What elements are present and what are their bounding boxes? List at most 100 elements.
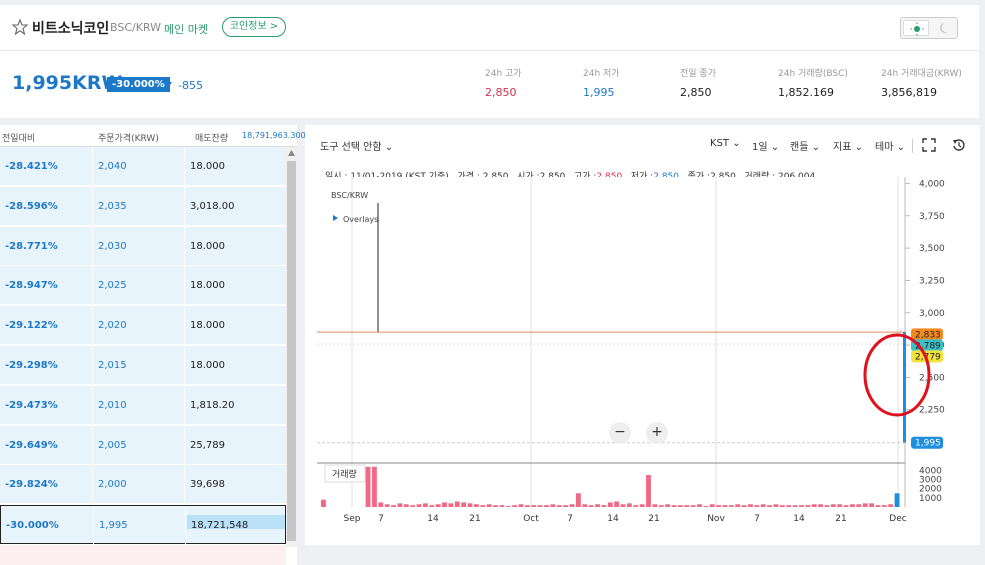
orderbook-scrollbar[interactable] <box>286 147 297 547</box>
y-tick-label: 3,750 <box>919 212 945 222</box>
row-divider <box>184 266 185 306</box>
market-label: 메인 마켓 <box>164 23 208 36</box>
row-change: -29.122% <box>5 320 58 332</box>
orderbook-row[interactable]: -28.771% 2,030 18.000 <box>0 226 286 266</box>
volume-bar <box>384 504 390 507</box>
volume-bar <box>575 493 581 507</box>
x-tick-label: Oct <box>523 514 539 524</box>
volume-bar <box>416 504 422 507</box>
volume-bar <box>518 504 524 507</box>
toolbar-separator <box>912 139 913 153</box>
orderbook-row[interactable]: -29.824% 2,000 39,698 <box>0 465 286 505</box>
volume-bar <box>454 501 460 507</box>
orderbook-row[interactable]: -29.473% 2,010 1,818.20 <box>0 385 286 425</box>
row-divider <box>92 186 93 226</box>
change-amount: -855 <box>178 79 203 92</box>
theme-dropdown[interactable]: 테마 ⌄ <box>875 138 905 153</box>
orderbook-row[interactable]: -28.596% 2,035 3,018.00 <box>0 186 286 226</box>
volume-bar <box>850 504 855 507</box>
volume-bar <box>697 504 702 507</box>
fullscreen-icon[interactable] <box>922 138 936 152</box>
row-price: 2,025 <box>98 280 127 292</box>
volume-bar <box>786 505 792 507</box>
stat-prev-close: 전일 종가 2,850 <box>680 69 716 99</box>
row-qty: 18,721,548 <box>191 520 249 532</box>
orderbook-row[interactable]: -29.649% 2,005 25,789 <box>0 425 286 465</box>
orderbook-row[interactable]: -29.298% 2,015 18.000 <box>0 346 286 385</box>
row-divider <box>184 346 185 385</box>
volume-bar <box>881 505 887 507</box>
row-change: -29.298% <box>5 360 58 371</box>
volume-bar <box>524 505 530 507</box>
volume-bar <box>556 505 562 507</box>
market-header: 비트소닉코인 BSC/KRW 메인 마켓 코인정보 > 1,995KRW -30… <box>0 5 979 118</box>
tool-select-dropdown[interactable]: 도구 선택 안함 ⌄ <box>320 138 393 153</box>
scroll-up-icon[interactable] <box>288 150 295 156</box>
reset-icon[interactable] <box>952 138 966 152</box>
row-change: -28.771% <box>5 240 58 252</box>
row-divider <box>92 346 93 385</box>
volume-bar <box>614 501 620 507</box>
volume-bar <box>658 505 664 507</box>
volume-bar <box>824 505 830 507</box>
x-tick-label: 21 <box>835 514 846 524</box>
theme-toggle[interactable] <box>900 17 958 39</box>
volume-bar <box>741 505 747 507</box>
orderbook-row[interactable]: -28.421% 2,040 18.000 <box>0 147 286 186</box>
volume-bar <box>671 505 677 507</box>
row-divider <box>184 226 185 266</box>
volume-bar <box>473 504 479 507</box>
volume-bar <box>665 504 671 507</box>
volume-bar <box>677 505 683 507</box>
y-tick-label: 4,000 <box>919 179 945 189</box>
volume-bar <box>875 505 881 507</box>
row-change: -30.000% <box>6 520 59 532</box>
scrollbar-thumb[interactable] <box>287 161 296 541</box>
row-price: 2,005 <box>98 439 127 451</box>
volume-bar <box>620 504 626 507</box>
volume-bar <box>690 505 696 507</box>
orderbook-row-current[interactable]: -30.000% 1,995 18,721,548 <box>0 505 286 546</box>
price-tag-label: 2,833 <box>915 330 941 340</box>
star-icon[interactable] <box>12 19 28 35</box>
row-qty: 39,698 <box>190 479 225 491</box>
change-percent-badge: -30.000% <box>107 77 170 92</box>
interval-dropdown[interactable]: 1일 ⌄ <box>752 138 779 153</box>
volume-bar <box>371 466 377 507</box>
row-qty: 1,818.20 <box>190 399 235 411</box>
indicator-dropdown[interactable]: 지표 ⌄ <box>833 138 863 153</box>
volume-bar <box>486 504 492 507</box>
volume-bar <box>799 505 804 507</box>
row-qty: 18.000 <box>190 360 225 371</box>
price-chart[interactable]: 4,0003,7503,5003,2503,0002,7502,5002,250… <box>305 155 980 545</box>
row-divider <box>92 147 93 186</box>
volume-bar <box>505 506 511 507</box>
x-tick-label: 7 <box>567 514 573 524</box>
volume-bar <box>646 475 651 507</box>
x-tick-label: Dec <box>889 514 906 524</box>
orderbook: 전일대비 주문가격(KRW) 매도잔량 18,791,963.300 -28.4… <box>0 125 306 565</box>
volume-bar <box>365 466 371 507</box>
zoom-in-button[interactable]: + <box>646 422 668 444</box>
orderbook-row[interactable]: -28.947% 2,025 18.000 <box>0 266 286 306</box>
timezone-dropdown[interactable]: KST ⌄ <box>710 138 741 149</box>
volume-bar <box>582 504 588 507</box>
volume-bar <box>321 499 326 507</box>
title-row: 비트소닉코인 BSC/KRW 메인 마켓 코인정보 > <box>0 5 979 51</box>
row-price: 2,000 <box>98 479 127 491</box>
volume-bar <box>531 505 537 507</box>
col-change: 전일대비 <box>2 134 36 144</box>
volume-bar <box>652 504 658 507</box>
x-tick-label: 7 <box>378 514 384 524</box>
volume-bar <box>493 505 498 507</box>
row-divider <box>184 425 185 465</box>
row-divider <box>92 465 93 505</box>
volume-bar <box>410 505 416 507</box>
volume-bar <box>595 504 600 507</box>
coin-info-button[interactable]: 코인정보 > <box>222 17 286 37</box>
candle-dropdown[interactable]: 캔들 ⌄ <box>790 138 820 153</box>
volume-label: 거래량 <box>332 468 357 480</box>
volume-bar <box>811 504 817 507</box>
zoom-out-button[interactable]: − <box>609 422 631 444</box>
orderbook-row[interactable]: -29.122% 2,020 18.000 <box>0 306 286 346</box>
